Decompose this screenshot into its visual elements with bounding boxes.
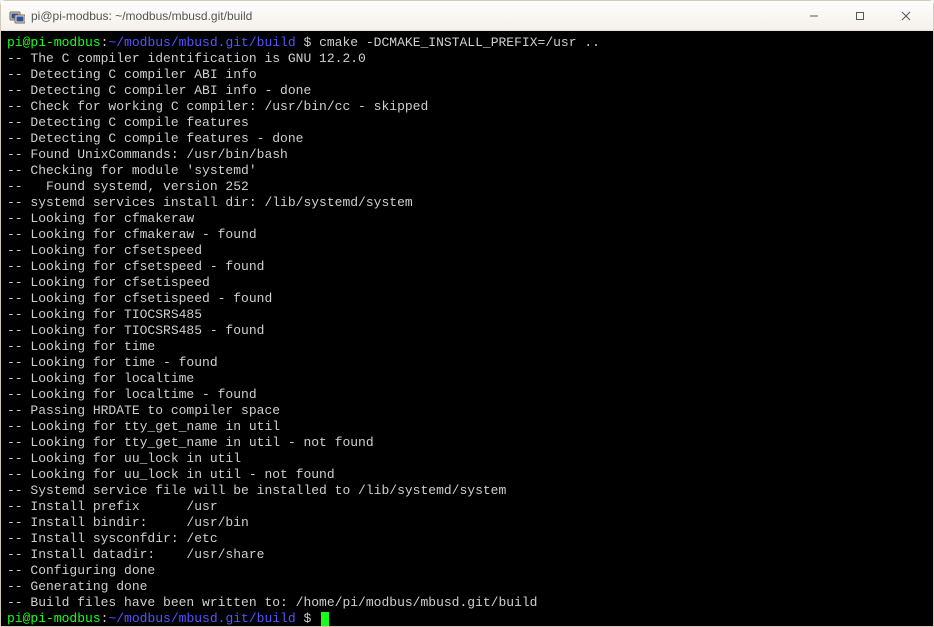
terminal-line: -- Detecting C compile features [7,115,927,131]
terminal-line: pi@pi-modbus:~/modbus/mbusd.git/build $ … [7,35,927,51]
terminal-line: -- Looking for TIOCSRS485 [7,307,927,323]
terminal-line: -- Generating done [7,579,927,595]
terminal-line: -- Looking for cfsetspeed - found [7,259,927,275]
terminal-line: -- Looking for cfmakeraw - found [7,227,927,243]
terminal-line: -- Install datadir: /usr/share [7,547,927,563]
prompt-user-host: pi@pi-modbus [7,611,101,626]
window-title: pi@pi-modbus: ~/modbus/mbusd.git/build [31,9,791,23]
terminal-line: pi@pi-modbus:~/modbus/mbusd.git/build $ [7,611,927,626]
terminal-line: -- Detecting C compiler ABI info [7,67,927,83]
terminal-line: -- systemd services install dir: /lib/sy… [7,195,927,211]
window-controls [791,2,929,30]
terminal-line: -- Looking for cfsetspeed [7,243,927,259]
terminal-line: -- Check for working C compiler: /usr/bi… [7,99,927,115]
terminal-line: -- Systemd service file will be installe… [7,483,927,499]
terminal-line: -- Looking for cfsetispeed - found [7,291,927,307]
terminal-line: -- Passing HRDATE to compiler space [7,403,927,419]
terminal-line: -- Found UnixCommands: /usr/bin/bash [7,147,927,163]
terminal-line: -- Looking for time [7,339,927,355]
terminal-line: -- Looking for cfmakeraw [7,211,927,227]
terminal-line: -- Build files have been written to: /ho… [7,595,927,611]
terminal-line: -- Looking for TIOCSRS485 - found [7,323,927,339]
terminal-window: pi@pi-modbus: ~/modbus/mbusd.git/build p… [0,0,934,627]
prompt-path: ~/modbus/mbusd.git/build [108,611,295,626]
cursor [321,612,329,626]
terminal-line: -- Detecting C compile features - done [7,131,927,147]
terminal-line: -- Looking for tty_get_name in util [7,419,927,435]
terminal-output[interactable]: pi@pi-modbus:~/modbus/mbusd.git/build $ … [1,31,933,626]
terminal-line: -- Detecting C compiler ABI info - done [7,83,927,99]
terminal-line: -- Looking for cfsetispeed [7,275,927,291]
terminal-line: -- Install sysconfdir: /etc [7,531,927,547]
titlebar[interactable]: pi@pi-modbus: ~/modbus/mbusd.git/build [1,1,933,31]
terminal-line: -- Looking for tty_get_name in util - no… [7,435,927,451]
prompt-user-host: pi@pi-modbus [7,35,101,50]
terminal-line: -- Looking for localtime [7,371,927,387]
terminal-line: -- Looking for uu_lock in util [7,451,927,467]
command-text: cmake -DCMAKE_INSTALL_PREFIX=/usr .. [319,35,600,50]
terminal-line: -- Checking for module 'systemd' [7,163,927,179]
terminal-line: -- Looking for uu_lock in util - not fou… [7,467,927,483]
terminal-line: -- The C compiler identification is GNU … [7,51,927,67]
putty-icon [9,8,25,24]
terminal-line: -- Install bindir: /usr/bin [7,515,927,531]
terminal-line: -- Looking for localtime - found [7,387,927,403]
prompt-path: ~/modbus/mbusd.git/build [108,35,295,50]
terminal-line: -- Install prefix /usr [7,499,927,515]
terminal-line: -- Configuring done [7,563,927,579]
minimize-button[interactable] [791,2,837,30]
close-button[interactable] [883,2,929,30]
terminal-line: -- Found systemd, version 252 [7,179,927,195]
terminal-line: -- Looking for time - found [7,355,927,371]
maximize-button[interactable] [837,2,883,30]
